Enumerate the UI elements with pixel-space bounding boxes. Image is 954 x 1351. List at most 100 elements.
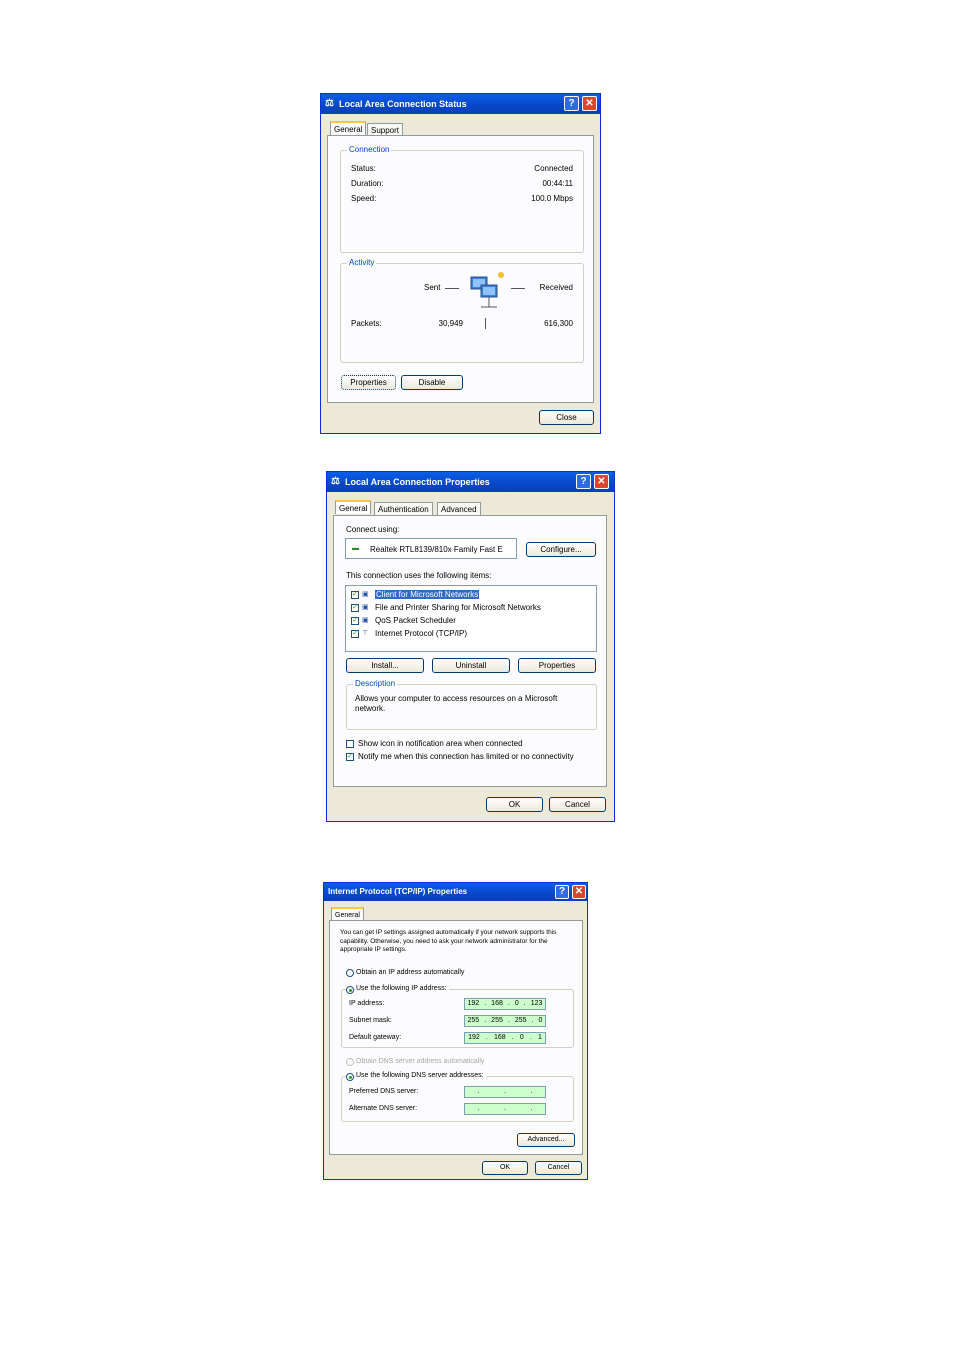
- ip-address-field[interactable]: 192. 168. 0. 123: [464, 998, 546, 1010]
- item-label: Internet Protocol (TCP/IP): [375, 629, 468, 638]
- tab-general[interactable]: General: [335, 500, 372, 514]
- duration-label: Duration:: [351, 179, 384, 188]
- ok-button[interactable]: OK: [486, 797, 543, 812]
- octet-dot: .: [485, 1034, 488, 1041]
- help-icon[interactable]: ?: [564, 96, 579, 111]
- packets-received-value: 616,300: [544, 319, 573, 328]
- description-text: Allows your computer to access resources…: [355, 694, 558, 713]
- connection-status-dialog: ⚖ Local Area Connection Status ? ✕ Gener…: [320, 93, 601, 434]
- obtain-ip-radio[interactable]: [346, 969, 354, 977]
- speed-label: Speed:: [351, 194, 377, 203]
- list-item[interactable]: ✓ ⊤ Internet Protocol (TCP/IP): [350, 628, 590, 640]
- help-icon[interactable]: ?: [576, 474, 591, 489]
- list-item[interactable]: ✓ ▣ Client for Microsoft Networks: [350, 589, 590, 601]
- configure-button[interactable]: Configure...: [526, 542, 596, 557]
- client-icon: ▣: [362, 591, 369, 598]
- use-ip-radio[interactable]: [346, 986, 354, 994]
- item-checkbox[interactable]: ✓: [351, 604, 359, 612]
- gateway-label: Default gateway:: [349, 1034, 402, 1041]
- ip-octet: 123: [530, 1000, 543, 1007]
- list-item[interactable]: ✓ ▣ QoS Packet Scheduler: [350, 615, 590, 627]
- status-label: Status:: [351, 164, 376, 173]
- octet-dot: .: [484, 1000, 487, 1007]
- tab-authentication[interactable]: Authentication: [374, 502, 433, 515]
- alternate-dns-field[interactable]: ...: [464, 1103, 546, 1115]
- activity-group: Activity Sent Received Packets: 30,949 6…: [340, 258, 584, 363]
- octet-dot: .: [504, 1105, 506, 1112]
- notify-checkbox[interactable]: ✓: [346, 753, 354, 761]
- items-label: This connection uses the following items…: [346, 571, 492, 580]
- gateway-field[interactable]: 192. 168. 0. 1: [464, 1032, 546, 1044]
- obtain-dns-radio[interactable]: [346, 1058, 354, 1066]
- service-icon: ▣: [362, 604, 369, 611]
- octet-dot: .: [477, 1105, 480, 1112]
- network-computers-icon: [470, 272, 504, 308]
- item-label: QoS Packet Scheduler: [375, 616, 456, 625]
- use-dns-label: Use the following DNS server addresses:: [356, 1072, 486, 1079]
- tab-panel: You can get IP settings assigned automat…: [329, 920, 583, 1155]
- connection-group-label: Connection: [347, 145, 392, 154]
- network-icon: ⚖: [331, 476, 340, 487]
- octet-dot: .: [523, 1000, 526, 1007]
- use-dns-radio[interactable]: [346, 1073, 354, 1081]
- tcpip-properties-dialog: Internet Protocol (TCP/IP) Properties ? …: [323, 882, 588, 1180]
- tab-general[interactable]: General: [330, 121, 367, 135]
- ip-octet: 192: [467, 1000, 480, 1007]
- advanced-button[interactable]: Advanced...: [517, 1133, 575, 1147]
- tab-general[interactable]: General: [331, 907, 364, 921]
- subnet-octet: 255: [467, 1017, 480, 1024]
- preferred-dns-field[interactable]: ...: [464, 1086, 546, 1098]
- tab-panel: Connection Status: Connected Duration: 0…: [327, 135, 594, 403]
- item-label: File and Printer Sharing for Microsoft N…: [375, 603, 541, 612]
- gateway-octet: 1: [537, 1034, 542, 1041]
- protocol-icon: ⊤: [362, 630, 369, 637]
- list-item[interactable]: ✓ ▣ File and Printer Sharing for Microso…: [350, 602, 590, 614]
- static-ip-group: Use the following IP address: IP address…: [341, 985, 574, 1048]
- install-button[interactable]: Install...: [346, 658, 424, 673]
- duration-value: 00:44:11: [542, 179, 573, 188]
- item-checkbox[interactable]: ✓: [351, 630, 359, 638]
- dialog-title: Local Area Connection Properties: [345, 477, 490, 487]
- title-bar[interactable]: ⚖ Local Area Connection Properties ? ✕: [327, 472, 614, 492]
- cancel-button[interactable]: Cancel: [535, 1161, 582, 1175]
- connection-properties-dialog: ⚖ Local Area Connection Properties ? ✕ G…: [326, 471, 615, 822]
- item-checkbox[interactable]: ✓: [351, 617, 359, 625]
- item-label: Client for Microsoft Networks: [375, 590, 480, 599]
- obtain-dns-label: Obtain DNS server address automatically: [356, 1058, 485, 1065]
- dialog-title: Local Area Connection Status: [339, 99, 467, 109]
- octet-dot: .: [531, 1017, 534, 1024]
- show-icon-checkbox[interactable]: [346, 740, 354, 748]
- title-bar[interactable]: Internet Protocol (TCP/IP) Properties ? …: [324, 883, 587, 901]
- help-icon[interactable]: ?: [555, 885, 569, 899]
- received-label: Received: [539, 283, 573, 292]
- ok-button[interactable]: OK: [482, 1161, 528, 1175]
- properties-button[interactable]: Properties: [341, 375, 396, 390]
- item-checkbox[interactable]: ✓: [351, 591, 359, 599]
- disable-button[interactable]: Disable: [401, 375, 463, 390]
- ip-octet: 168: [491, 1000, 503, 1007]
- adapter-name: Realtek RTL8139/810x Family Fast E: [370, 545, 503, 554]
- close-icon[interactable]: ✕: [572, 885, 586, 899]
- subnet-octet: 255: [514, 1017, 527, 1024]
- properties-button[interactable]: Properties: [518, 658, 596, 673]
- packets-sent-value: 30,949: [438, 319, 463, 328]
- preferred-dns-label: Preferred DNS server:: [349, 1088, 419, 1095]
- adapter-field: ▬ Realtek RTL8139/810x Family Fast E: [345, 538, 517, 559]
- close-icon[interactable]: ✕: [594, 474, 609, 489]
- packets-divider: [485, 318, 486, 329]
- components-list[interactable]: ✓ ▣ Client for Microsoft Networks ✓ ▣ Fi…: [345, 585, 597, 652]
- notify-label: Notify me when this connection has limit…: [358, 752, 574, 761]
- cancel-button[interactable]: Cancel: [549, 797, 606, 812]
- subnet-mask-field[interactable]: 255. 255. 255. 0: [464, 1015, 546, 1027]
- tab-advanced[interactable]: Advanced: [437, 502, 481, 515]
- title-bar[interactable]: ⚖ Local Area Connection Status ? ✕: [321, 94, 600, 114]
- alternate-dns-label: Alternate DNS server:: [349, 1105, 418, 1112]
- gateway-octet: 0: [519, 1034, 524, 1041]
- close-icon[interactable]: ✕: [582, 96, 597, 111]
- connect-using-label: Connect using:: [346, 525, 400, 534]
- close-button[interactable]: Close: [539, 410, 594, 425]
- network-icon: ⚖: [325, 98, 334, 109]
- show-icon-label: Show icon in notification area when conn…: [358, 739, 523, 748]
- uninstall-button[interactable]: Uninstall: [432, 658, 510, 673]
- gateway-octet: 192: [468, 1034, 480, 1041]
